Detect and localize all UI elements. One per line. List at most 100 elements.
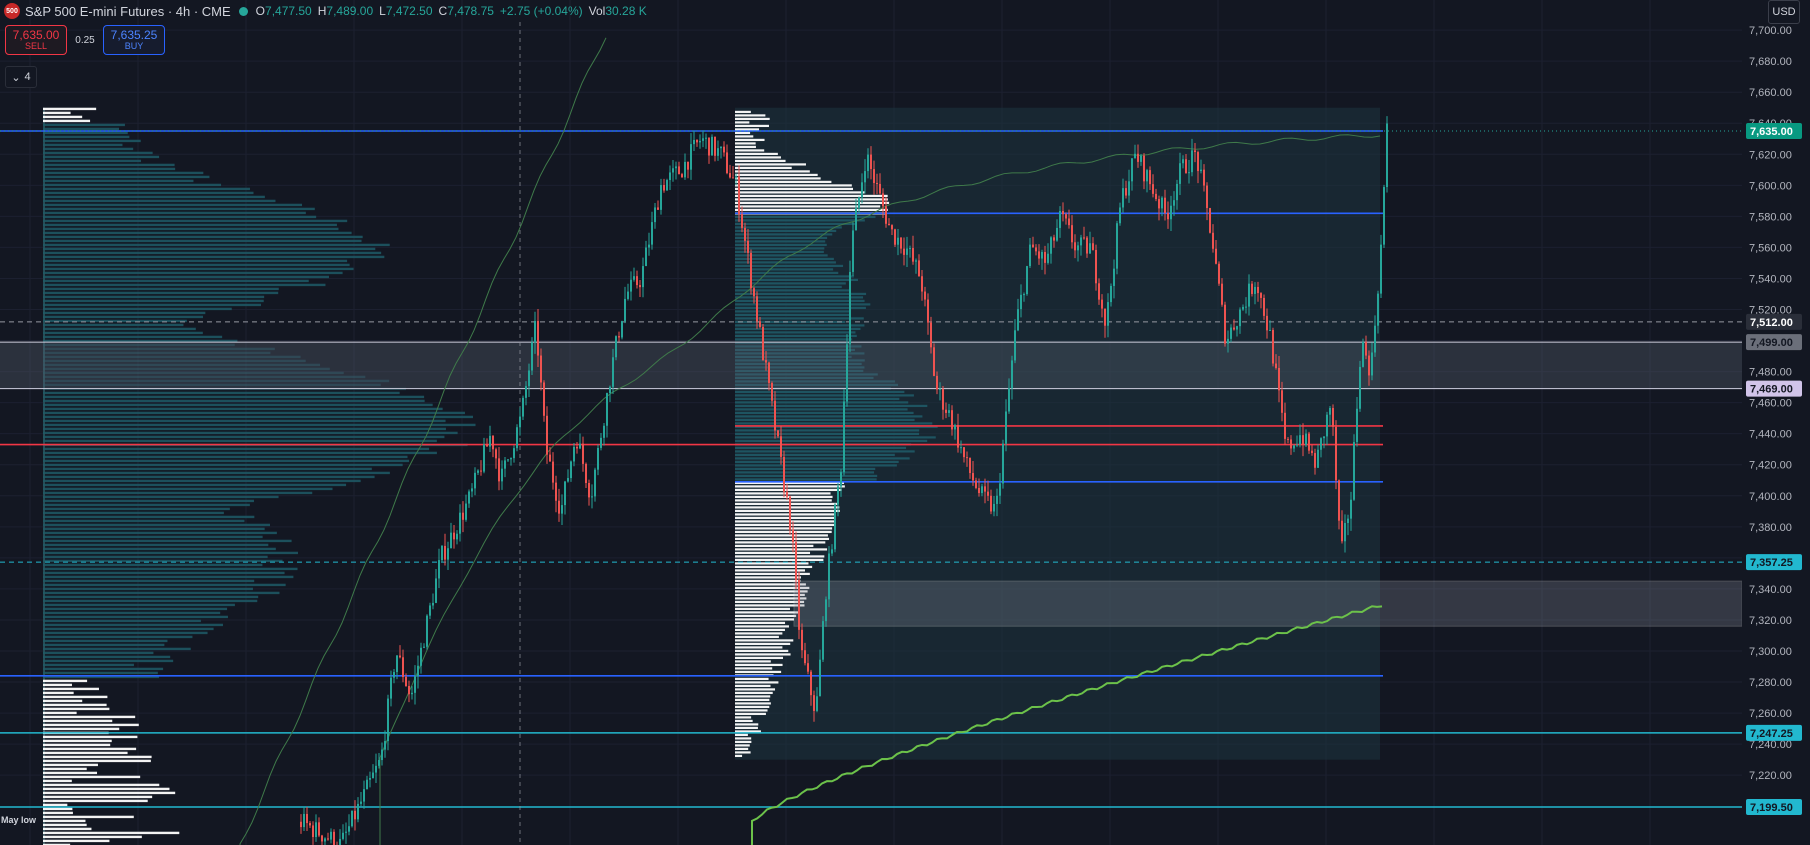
left-profile-bar <box>43 179 194 183</box>
buy-button[interactable]: 7,635.25 BUY <box>103 25 165 55</box>
candle-body <box>393 672 395 678</box>
candle-body <box>780 436 782 457</box>
candle-body <box>1137 153 1139 162</box>
left-profile-bar <box>43 831 180 835</box>
candle-body <box>1113 268 1115 286</box>
candle-body <box>1263 297 1265 316</box>
candle-body <box>636 276 638 286</box>
candle-body <box>402 657 404 677</box>
left-profile-bar <box>43 199 276 203</box>
candle-body <box>1062 210 1064 215</box>
candle-body <box>1230 327 1232 339</box>
candle-body <box>330 831 332 840</box>
candle-body <box>1155 193 1157 200</box>
candle-body <box>1320 438 1322 450</box>
candle-body <box>1194 150 1196 153</box>
candle-body <box>984 486 986 492</box>
session-profile-bar <box>735 744 750 747</box>
session-profile-bar <box>735 751 751 754</box>
session-profile-bar <box>735 131 751 135</box>
candle-body <box>1239 309 1241 327</box>
candle-body <box>624 298 626 322</box>
left-profile-bar <box>43 471 390 475</box>
session-profile-bar <box>735 404 928 408</box>
candle-body <box>579 443 581 449</box>
candle-body <box>480 470 482 472</box>
left-profile-bar <box>43 499 254 503</box>
candle-body <box>474 472 476 489</box>
left-profile-bar <box>43 167 176 171</box>
candle-body <box>672 168 674 173</box>
candle-body <box>1128 181 1130 196</box>
candle-body <box>1059 210 1061 228</box>
candle-body <box>1332 407 1334 427</box>
candle-body <box>1095 249 1097 284</box>
left-profile-bar <box>43 827 92 831</box>
candle-body <box>348 826 350 832</box>
candle-body <box>678 166 680 175</box>
session-profile-bar <box>735 562 809 565</box>
left-profile-bar <box>43 611 221 615</box>
demand-box <box>793 580 1743 627</box>
y-tick-label: 7,260.00 <box>1749 708 1792 720</box>
candle-body <box>903 248 905 255</box>
session-profile-bar <box>735 691 773 695</box>
left-profile-bar <box>43 503 250 507</box>
session-profile-bar <box>735 236 828 240</box>
left-profile-bar <box>43 631 208 635</box>
left-profile-bar <box>43 739 112 743</box>
session-profile-bar <box>735 737 752 740</box>
sell-button[interactable]: 7,635.00 SELL <box>5 25 67 55</box>
left-profile-bar <box>43 627 214 631</box>
candle-body <box>345 831 347 833</box>
candle-body <box>1044 251 1046 263</box>
candle-body <box>654 207 656 223</box>
candle-body <box>882 193 884 207</box>
session-profile-bar <box>735 142 756 145</box>
session-profile-bar <box>735 163 806 166</box>
left-profile-bar <box>43 599 258 603</box>
candle-body <box>1380 244 1382 294</box>
y-tick-label: 7,580.00 <box>1749 211 1792 223</box>
candle-body <box>894 229 896 245</box>
candle-body <box>972 473 974 481</box>
left-profile-bar <box>43 767 87 771</box>
candle-body <box>420 647 422 666</box>
candle-body <box>633 276 635 280</box>
candle-body <box>1329 407 1331 415</box>
left-profile-bar <box>43 811 73 815</box>
currency-selector[interactable]: USD <box>1768 0 1800 24</box>
candle-body <box>429 605 431 616</box>
session-profile-bar <box>735 439 928 443</box>
session-profile-bar <box>735 460 899 464</box>
symbol-title[interactable]: S&P 500 E-mini Futures · 4h · CME <box>25 4 231 19</box>
y-tick-label: 7,300.00 <box>1749 646 1792 658</box>
candle-body <box>504 460 506 469</box>
session-profile-bar <box>735 152 778 156</box>
candle-body <box>1026 266 1028 295</box>
session-profile-bar <box>735 450 915 453</box>
price-chart[interactable]: 7,220.00 7,240.00 7,260.00 7,280.00 7,300.00… <box>0 0 1810 845</box>
left-profile-bar <box>43 779 72 783</box>
candle-body <box>819 659 821 697</box>
candle-body <box>1191 150 1193 173</box>
left-profile-bar <box>43 759 151 763</box>
left-profile-bar <box>43 187 250 191</box>
candle-body <box>822 621 824 660</box>
left-profile-bar <box>43 623 223 627</box>
candle-body <box>1344 522 1346 542</box>
left-profile-bar <box>43 131 128 135</box>
left-profile-bar <box>43 291 279 295</box>
candle-body <box>948 410 950 413</box>
candle-body <box>1308 433 1310 451</box>
candle-body <box>423 646 425 648</box>
candle-body <box>1293 445 1295 449</box>
candle-body <box>450 532 452 549</box>
y-tick-label: 7,620.00 <box>1749 149 1792 161</box>
indicators-toggle[interactable]: ⌄ 4 <box>5 66 37 88</box>
candle-body <box>324 838 326 842</box>
candle-body <box>723 146 725 153</box>
price-label: 7,469.00 <box>1750 384 1793 396</box>
candle-body <box>1341 520 1343 542</box>
candle-body <box>792 529 794 543</box>
